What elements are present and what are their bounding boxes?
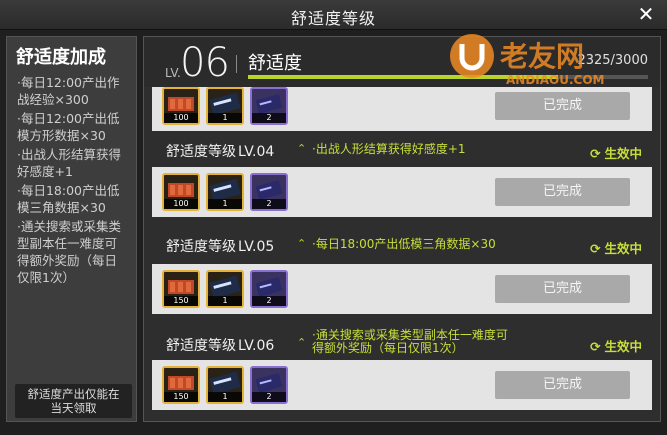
- item-quantity: 150: [164, 296, 198, 306]
- status-active: ⟳ 生效中: [590, 143, 642, 162]
- level-name: 舒适度等级 LV.05: [166, 236, 274, 256]
- refresh-icon: ⟳: [590, 339, 601, 354]
- level-name: 舒适度等级 LV.04: [166, 141, 274, 161]
- comfort-level-header: LV. 06 舒适度 2325/3000: [144, 37, 660, 87]
- reward-card: 150 1 2 已完成: [152, 360, 652, 410]
- data-chip-icon[interactable]: 2: [250, 366, 288, 404]
- item-quantity: 1: [208, 392, 242, 402]
- collection-note: 舒适度产出仅能在 当天领取: [15, 384, 132, 418]
- item-quantity: 2: [252, 199, 286, 209]
- combat-report-icon[interactable]: 1: [206, 366, 244, 404]
- item-quantity: 100: [164, 113, 198, 123]
- reward-card: 150 1 2 已完成: [152, 264, 652, 314]
- level-header-lv06: 舒适度等级 LV.06 ⌃ ·通关搜索或采集类型副本任一难度可 得额外奖励（每日仅…: [152, 327, 652, 355]
- bonus-line: 仅限1次）: [17, 270, 75, 285]
- item-quantity: 100: [164, 199, 198, 209]
- status-text: 生效中: [604, 241, 642, 256]
- status-active: ⟳ 生效中: [590, 238, 642, 257]
- level-bonus-desc: ·通关搜索或采集类型副本任一难度可 得额外奖励（每日仅限1次）: [312, 329, 508, 355]
- data-chip-icon[interactable]: 2: [250, 270, 288, 308]
- level-name-text: 舒适度等级: [166, 338, 236, 354]
- item-quantity: 2: [252, 392, 286, 402]
- level-name: 舒适度等级 LV.06: [166, 335, 274, 355]
- close-icon[interactable]: ✕: [635, 3, 657, 25]
- title-bar: 舒适度等级 ✕: [0, 0, 667, 30]
- chevron-up-icon: ⌃: [297, 336, 307, 349]
- combat-report-icon[interactable]: 1: [206, 270, 244, 308]
- bonus-line: ·每日18:00产出低: [17, 183, 120, 198]
- comfort-bonus-title: 舒适度加成: [16, 47, 106, 68]
- item-quantity: 1: [208, 296, 242, 306]
- item-quantity: 1: [208, 113, 242, 123]
- comfort-progress-fill: [248, 75, 558, 79]
- bonus-line: ·每日12:00产出作: [17, 75, 120, 90]
- level-bonus-desc-line: 得额外奖励（每日仅限1次）: [312, 341, 464, 355]
- bonus-line: 得额外奖励（每日: [17, 253, 118, 268]
- level-bonus-desc: ·每日18:00产出低模三角数据×30: [312, 237, 496, 251]
- current-level-number: 06: [180, 40, 230, 86]
- level-number: LV.04: [238, 144, 275, 160]
- window-title: 舒适度等级: [290, 9, 376, 28]
- bonus-line: 好感度+1: [17, 164, 73, 179]
- comfort-level-panel: LV. 06 舒适度 2325/3000 100 1 2 已完成 舒适度等级 L…: [143, 36, 661, 422]
- completed-button[interactable]: 已完成: [495, 275, 630, 303]
- ammo-box-icon[interactable]: 100: [162, 87, 200, 125]
- ammo-box-icon[interactable]: 100: [162, 173, 200, 211]
- reward-card: 100 1 2 已完成: [152, 87, 652, 131]
- level-header-lv04: 舒适度等级 LV.04 ⌃ ·出战人形结算获得好感度+1 ⟳ 生效中: [152, 137, 652, 165]
- bonus-line: ·通关搜索或采集类: [17, 219, 121, 234]
- bonus-line: ·出战人形结算获得: [17, 147, 121, 162]
- chevron-up-icon: ⌃: [297, 237, 307, 250]
- status-text: 生效中: [604, 146, 642, 161]
- comfort-progress-bar: [248, 75, 648, 79]
- level-number: LV.05: [238, 239, 275, 255]
- comfort-label: 舒适度: [248, 53, 302, 74]
- level-name-text: 舒适度等级: [166, 144, 236, 160]
- ammo-box-icon[interactable]: 150: [162, 366, 200, 404]
- item-quantity: 2: [252, 296, 286, 306]
- bonus-line: 模方形数据×30: [17, 128, 106, 143]
- collection-note-line: 当天领取: [50, 401, 97, 415]
- level-name-text: 舒适度等级: [166, 239, 236, 255]
- level-bonus-desc: ·出战人形结算获得好感度+1: [312, 142, 466, 156]
- ammo-box-icon[interactable]: 150: [162, 270, 200, 308]
- chevron-up-icon: ⌃: [297, 142, 307, 155]
- refresh-icon: ⟳: [590, 241, 601, 256]
- completed-button[interactable]: 已完成: [495, 178, 630, 206]
- comfort-bonus-panel: 舒适度加成 ·每日12:00产出作 战经验×300 ·每日12:00产出低 模方…: [6, 36, 137, 422]
- bonus-line: ·每日12:00产出低: [17, 111, 120, 126]
- status-text: 生效中: [604, 339, 642, 354]
- combat-report-icon[interactable]: 1: [206, 87, 244, 125]
- level-number: LV.06: [238, 338, 275, 354]
- refresh-icon: ⟳: [590, 146, 601, 161]
- level-prefix: LV.: [165, 66, 181, 80]
- status-active: ⟳ 生效中: [590, 336, 642, 355]
- completed-button[interactable]: 已完成: [495, 371, 630, 399]
- item-quantity: 1: [208, 199, 242, 209]
- data-chip-icon[interactable]: 2: [250, 87, 288, 125]
- item-quantity: 150: [164, 392, 198, 402]
- level-header-lv05: 舒适度等级 LV.05 ⌃ ·每日18:00产出低模三角数据×30 ⟳ 生效中: [152, 232, 652, 260]
- level-list[interactable]: 100 1 2 已完成 舒适度等级 LV.04 ⌃ ·出战人形结算获得好感度+1 …: [144, 87, 660, 421]
- combat-report-icon[interactable]: 1: [206, 173, 244, 211]
- bonus-line: 模三角数据×30: [17, 200, 106, 215]
- reward-card: 100 1 2 已完成: [152, 167, 652, 217]
- header-divider: [236, 55, 237, 73]
- completed-button[interactable]: 已完成: [495, 92, 630, 120]
- bonus-line: 战经验×300: [17, 92, 89, 107]
- item-quantity: 2: [252, 113, 286, 123]
- comfort-progress-text: 2325/3000: [577, 53, 648, 68]
- data-chip-icon[interactable]: 2: [250, 173, 288, 211]
- bonus-line: 型副本任一难度可: [17, 236, 118, 251]
- collection-note-line: 舒适度产出仅能在: [27, 387, 120, 401]
